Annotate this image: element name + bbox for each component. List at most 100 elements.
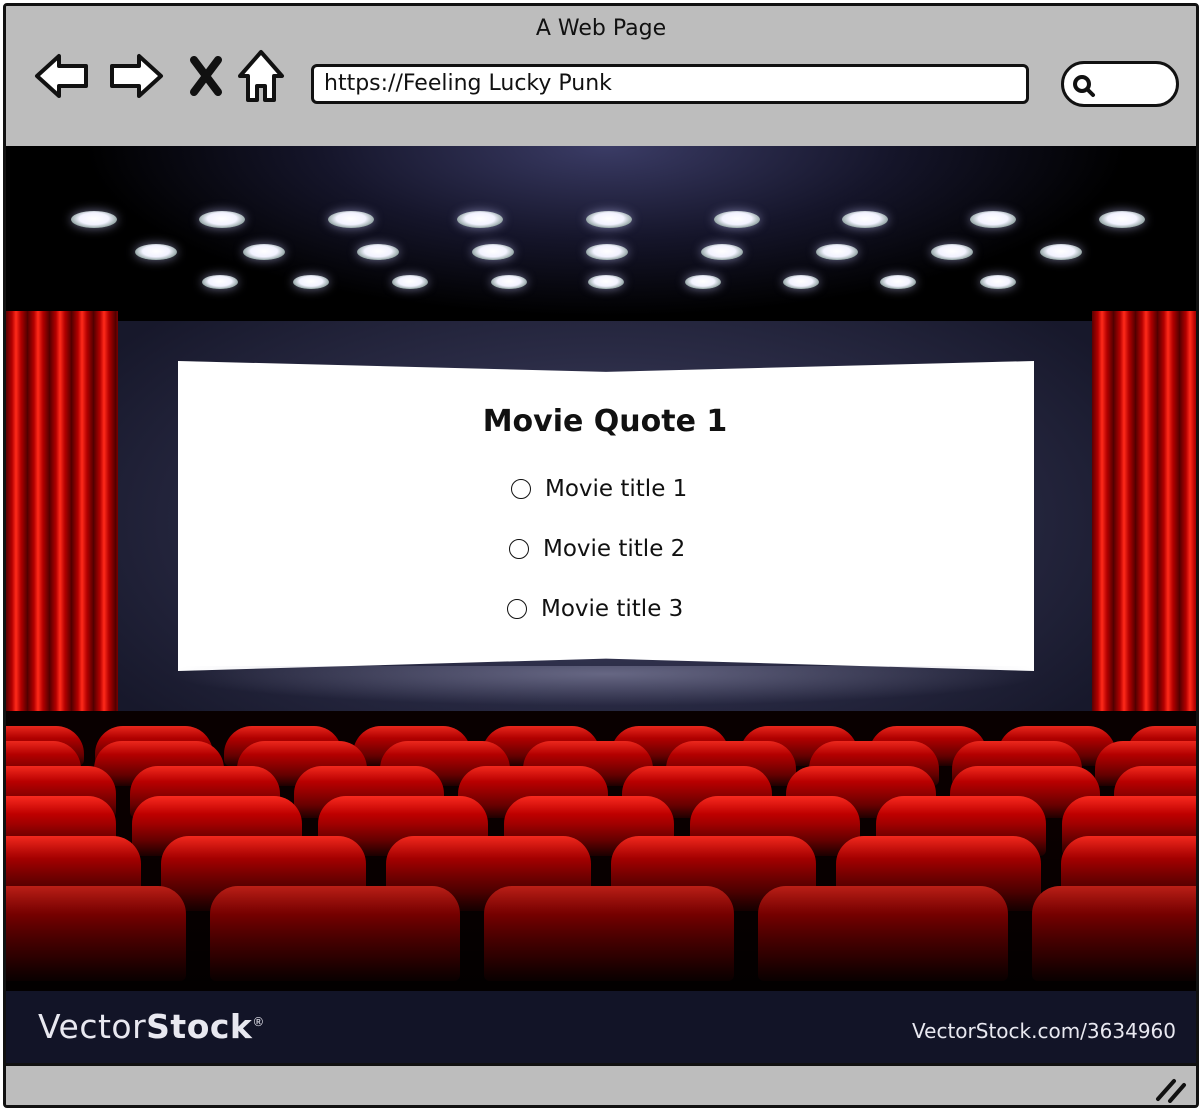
ceiling-light (491, 275, 527, 289)
ceiling-light (714, 211, 760, 228)
theater-seat (786, 766, 936, 818)
brand-url: VectorStock.com/3634960 (912, 1019, 1176, 1043)
home-icon (236, 48, 286, 108)
ceiling-light (243, 244, 285, 260)
theater-seat (1062, 796, 1196, 856)
option-label: Movie title 1 (545, 476, 688, 502)
theater-seat (1095, 741, 1196, 786)
ceiling-light (701, 244, 743, 260)
theater-seat (1061, 836, 1196, 911)
theater-seats (6, 711, 1196, 996)
search-field[interactable] (1061, 61, 1179, 107)
address-bar[interactable]: https://Feeling Lucky Punk (311, 64, 1029, 104)
ceiling-light (199, 211, 245, 228)
page-content: Movie Quote 1 Movie title 1 Movie title … (6, 146, 1196, 1063)
theater-seat (482, 726, 600, 766)
theater-seat (876, 796, 1046, 856)
theater-seat (952, 741, 1082, 786)
stock-footer: VectorStock® VectorStock.com/3634960 (6, 991, 1196, 1063)
close-icon (188, 56, 224, 100)
theater-seat (1032, 886, 1196, 981)
browser-window: A Web Page https://Feeling Lucky Punk Mo… (3, 3, 1199, 1108)
theater-seat (523, 741, 653, 786)
quote-title: Movie Quote 1 (482, 404, 728, 439)
theater-seat (622, 766, 772, 818)
ceiling-light (135, 244, 177, 260)
resize-handle-icon[interactable] (1152, 1075, 1188, 1105)
ceiling-light (880, 275, 916, 289)
ceiling-light (586, 211, 632, 228)
theater-seat (666, 741, 796, 786)
theater-seat (95, 726, 213, 766)
window-title: A Web Page (535, 16, 667, 41)
theater-seat (353, 726, 471, 766)
theater-seat (6, 741, 81, 786)
theater-seat (758, 886, 1008, 981)
theater-seat (611, 726, 729, 766)
theater-seat (998, 726, 1116, 766)
option-movie-title-2[interactable]: Movie title 2 (509, 534, 685, 564)
theater-seat (809, 741, 939, 786)
theater-seat (6, 886, 186, 981)
theater-seat (6, 766, 116, 818)
status-bar (6, 1063, 1196, 1105)
theater-seat (210, 886, 460, 981)
ceiling-light (392, 275, 428, 289)
ceiling-light (816, 244, 858, 260)
brand-light: Vector (38, 1007, 147, 1046)
ceiling-light (783, 275, 819, 289)
option-movie-title-3[interactable]: Movie title 3 (507, 594, 683, 624)
option-label: Movie title 2 (543, 536, 686, 562)
cinema-ceiling (6, 146, 1196, 321)
ceiling-light (842, 211, 888, 228)
ceiling-light (980, 275, 1016, 289)
theater-seat (386, 836, 591, 911)
screen-glow (166, 666, 1046, 706)
ceiling-light (472, 244, 514, 260)
ceiling-light (328, 211, 374, 228)
theater-seat (318, 796, 488, 856)
theater-seat (94, 741, 224, 786)
ceiling-light (1040, 244, 1082, 260)
theater-seat (6, 836, 141, 911)
theater-seat (294, 766, 444, 818)
theater-seat (484, 886, 734, 981)
home-button[interactable] (231, 48, 291, 108)
theater-seat (6, 796, 116, 856)
ceiling-light (586, 244, 628, 260)
brand-mark: ® (252, 1015, 265, 1029)
theater-seat (950, 766, 1100, 818)
option-label: Movie title 3 (541, 596, 684, 622)
option-movie-title-1[interactable]: Movie title 1 (511, 474, 687, 504)
ceiling-light (931, 244, 973, 260)
theater-seat (1114, 766, 1196, 818)
theater-seat (504, 796, 674, 856)
theater-seat (130, 766, 280, 818)
back-button[interactable] (32, 48, 92, 108)
left-curtain (6, 311, 118, 731)
theater-seat (690, 796, 860, 856)
arrow-right-icon (107, 51, 165, 105)
theater-seat (161, 836, 366, 911)
ceiling-light (293, 275, 329, 289)
theater-seat (1127, 726, 1196, 766)
ceiling-light (457, 211, 503, 228)
radio-button[interactable] (509, 539, 529, 559)
ceiling-light (1099, 211, 1145, 228)
theater-seat (6, 726, 84, 766)
theater-seat (740, 726, 858, 766)
theater-seat (611, 836, 816, 911)
theater-seat (237, 741, 367, 786)
forward-button[interactable] (106, 48, 166, 108)
stop-button[interactable] (176, 48, 236, 108)
ceiling-light (685, 275, 721, 289)
ceiling-light (970, 211, 1016, 228)
ceiling-light (71, 211, 117, 228)
radio-button[interactable] (511, 479, 531, 499)
theater-seat (458, 766, 608, 818)
arrow-left-icon (33, 51, 91, 105)
right-curtain (1092, 311, 1196, 731)
radio-button[interactable] (507, 599, 527, 619)
ceiling-light (357, 244, 399, 260)
ceiling-light (202, 275, 238, 289)
